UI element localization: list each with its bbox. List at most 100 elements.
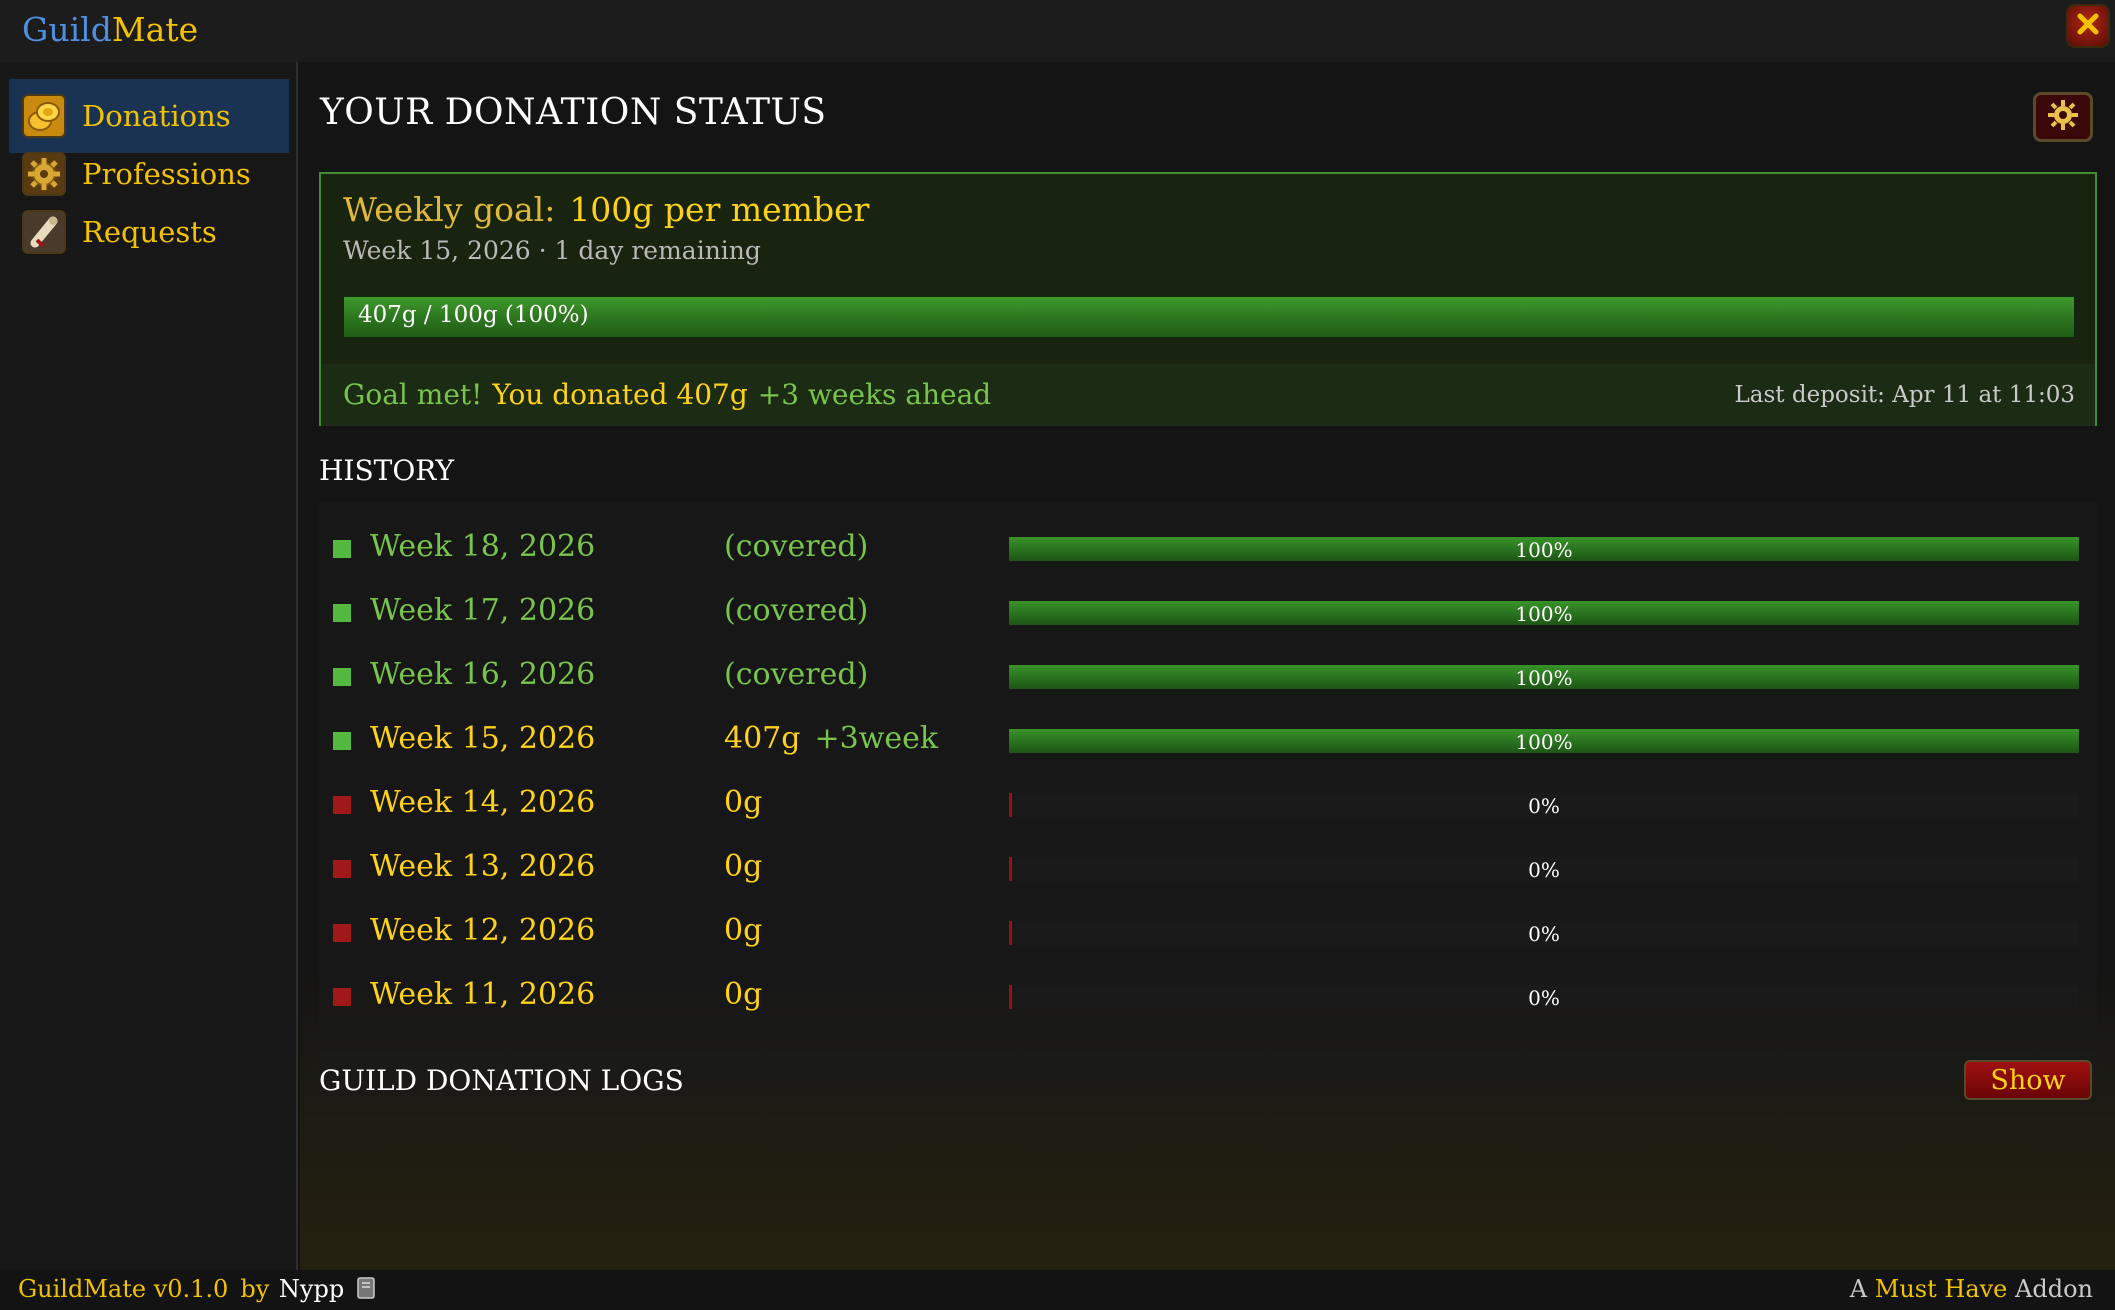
- goal-progress-fill: [344, 297, 2074, 337]
- status-marker: [333, 604, 351, 622]
- history-title: HISTORY: [319, 454, 454, 487]
- history-progress-bar: 100%: [1009, 537, 2079, 562]
- history-percent: 0%: [1528, 794, 1560, 818]
- app-title-part1: Guild: [22, 10, 112, 49]
- goal-progress-bar: 407g / 100g (100%): [343, 296, 2075, 338]
- status-bar: GuildMate v0.1.0 by Nypp A Must Have Addo…: [0, 1270, 2115, 1310]
- weekly-goal-subtitle: Week 15, 2026 · 1 day remaining: [343, 236, 761, 265]
- history-list: Week 18, 2026 (covered) 100% Week 17, 20…: [319, 502, 2097, 1082]
- history-amount-value: (covered): [724, 657, 869, 692]
- history-amount-value: 0g: [724, 913, 763, 948]
- history-progress-bar: 0%: [1009, 793, 2079, 818]
- history-week: Week 16, 2026: [370, 657, 596, 692]
- close-button[interactable]: [2066, 4, 2110, 48]
- author-name: Nypp: [278, 1275, 345, 1303]
- history-progress-bar: 0%: [1009, 921, 2079, 946]
- history-progress-bar: 0%: [1009, 985, 2079, 1010]
- sidebar-item-requests[interactable]: Requests: [9, 195, 289, 269]
- donated-amount: You donated 407g: [492, 378, 748, 411]
- history-amount-value: 407g: [724, 721, 801, 756]
- history-progress-bar: 100%: [1009, 729, 2079, 754]
- history-amount-value: (covered): [724, 593, 869, 628]
- sidebar-item-label: Donations: [82, 99, 231, 133]
- history-percent: 100%: [1515, 602, 1573, 626]
- close-icon: [2075, 11, 2101, 41]
- history-amount: 407g +3week: [724, 721, 938, 756]
- weekly-goal-line: Weekly goal: 100g per member: [343, 190, 869, 229]
- history-amount-value: 0g: [724, 977, 763, 1012]
- status-marker: [333, 988, 351, 1006]
- scroll-icon: [22, 210, 66, 254]
- history-week: Week 13, 2026: [370, 849, 596, 884]
- sidebar-item-label: Requests: [82, 215, 217, 249]
- history-week: Week 14, 2026: [370, 785, 596, 820]
- main-panel: YOUR DONATION STATUS Weekly goal: 100g p…: [300, 62, 2115, 1270]
- tagline-suffix: Addon: [2015, 1275, 2093, 1303]
- history-row: Week 18, 2026 (covered) 100%: [319, 517, 2097, 581]
- history-amount-value: 0g: [724, 849, 763, 884]
- status-marker: [333, 796, 351, 814]
- history-amount: 0g: [724, 977, 776, 1012]
- history-week: Week 15, 2026: [370, 721, 596, 756]
- status-marker: [333, 668, 351, 686]
- history-progress-bar: 100%: [1009, 665, 2079, 690]
- history-week: Week 17, 2026: [370, 593, 596, 628]
- guildmate-window: GuildMate Donations Professions Requests…: [0, 0, 2115, 1310]
- version-info: GuildMate v0.1.0 by Nypp: [18, 1275, 376, 1306]
- history-row: Week 13, 2026 0g 0%: [319, 837, 2097, 901]
- history-week: Week 12, 2026: [370, 913, 596, 948]
- history-amount: 0g: [724, 849, 776, 884]
- history-amount: 0g: [724, 913, 776, 948]
- coins-icon: [22, 94, 66, 138]
- goal-met-label: Goal met!: [343, 378, 483, 411]
- tagline: A Must Have Addon: [1850, 1275, 2093, 1303]
- book-icon: [356, 1276, 376, 1306]
- history-percent: 0%: [1528, 858, 1560, 882]
- gear-cog-icon: [22, 152, 66, 196]
- by-text: by: [240, 1275, 270, 1303]
- status-marker: [333, 540, 351, 558]
- version-text: GuildMate v0.1.0: [18, 1275, 229, 1303]
- show-logs-button[interactable]: Show: [1964, 1060, 2092, 1100]
- history-amount-value: 0g: [724, 785, 763, 820]
- history-amount-value: (covered): [724, 529, 869, 564]
- last-deposit: Last deposit: Apr 11 at 11:03: [1734, 382, 2075, 408]
- goal-footer: Goal met! You donated 407g +3 weeks ahead …: [321, 364, 2095, 426]
- guild-donation-logs-title: GUILD DONATION LOGS: [319, 1064, 684, 1097]
- history-percent: 0%: [1528, 922, 1560, 946]
- history-amount: 0g: [724, 785, 776, 820]
- weeks-ahead: +3 weeks ahead: [757, 378, 992, 411]
- history-row: Week 17, 2026 (covered) 100%: [319, 581, 2097, 645]
- history-percent: 0%: [1528, 986, 1560, 1010]
- history-percent: 100%: [1515, 666, 1573, 690]
- history-row: Week 15, 2026 407g +3week 100%: [319, 709, 2097, 773]
- status-marker: [333, 924, 351, 942]
- history-amount: (covered): [724, 529, 882, 564]
- status-marker: [333, 860, 351, 878]
- goal-progress-text: 407g / 100g (100%): [358, 302, 589, 328]
- history-amount-extra: +3week: [814, 721, 939, 756]
- title-bar: GuildMate: [0, 0, 2115, 62]
- weekly-goal-panel: Weekly goal: 100g per member Week 15, 202…: [319, 172, 2097, 426]
- history-progress-bar: 0%: [1009, 857, 2079, 882]
- tagline-highlight: Must Have: [1874, 1275, 2008, 1303]
- page-title: YOUR DONATION STATUS: [320, 92, 827, 133]
- history-row: Week 11, 2026 0g 0%: [319, 965, 2097, 1029]
- history-progress-bar: 100%: [1009, 601, 2079, 626]
- sidebar-item-label: Professions: [82, 157, 251, 191]
- history-percent: 100%: [1515, 730, 1573, 754]
- weekly-goal-label: Weekly goal:: [343, 190, 556, 229]
- settings-button[interactable]: [2033, 92, 2093, 142]
- history-amount: (covered): [724, 593, 882, 628]
- goal-met-message: Goal met! You donated 407g +3 weeks ahead: [343, 378, 991, 411]
- history-week: Week 18, 2026: [370, 529, 596, 564]
- gear-icon: [2046, 98, 2080, 136]
- history-row: Week 12, 2026 0g 0%: [319, 901, 2097, 965]
- app-title-part2: Mate: [111, 10, 199, 49]
- history-row: Week 16, 2026 (covered) 100%: [319, 645, 2097, 709]
- history-amount: (covered): [724, 657, 882, 692]
- weekly-goal-value: 100g per member: [569, 190, 870, 229]
- tagline-prefix: A: [1849, 1275, 1868, 1303]
- sidebar: Donations Professions Requests: [0, 62, 298, 1270]
- history-week: Week 11, 2026: [370, 977, 596, 1012]
